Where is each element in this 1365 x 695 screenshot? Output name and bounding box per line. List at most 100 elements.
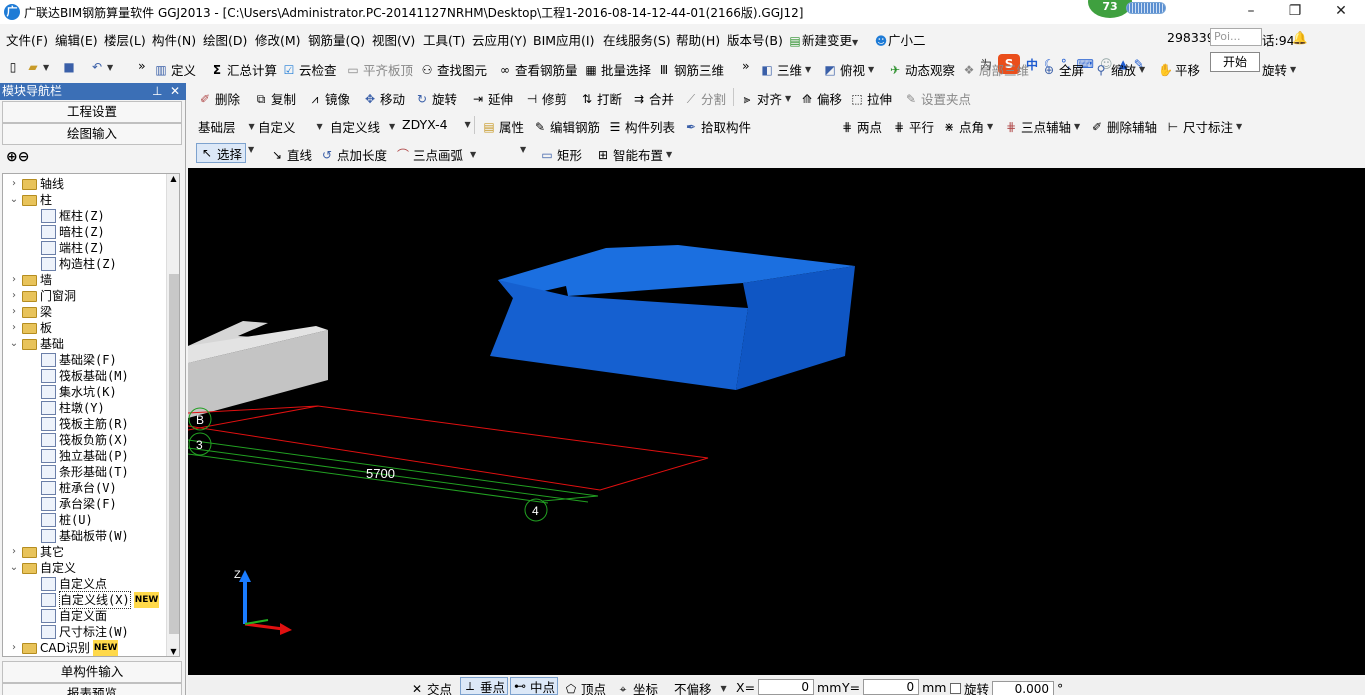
project-settings-button[interactable]: 工程设置: [2, 101, 182, 123]
menu-guangxiaoer[interactable]: ☻广小二: [874, 30, 926, 49]
tree-item[interactable]: 基础梁(F): [41, 352, 117, 368]
fullscreen-button[interactable]: ⊕ 全屏: [1042, 60, 1084, 79]
offset-button[interactable]: ⟰ 偏移: [800, 89, 842, 108]
scroll-thumb[interactable]: [169, 274, 179, 634]
snap-mid-button[interactable]: ⊷ 中点: [510, 677, 559, 695]
overflow-chevron-icon-2[interactable]: »: [742, 58, 750, 73]
tree-item[interactable]: 筏板基础(M): [41, 368, 129, 384]
edit-rebar-button[interactable]: ✎ 编辑钢筋: [533, 117, 600, 136]
properties-button[interactable]: ▤ 属性: [482, 117, 524, 136]
search-input[interactable]: Poi...: [1210, 28, 1262, 46]
menu-tools[interactable]: 工具(T): [423, 30, 465, 49]
undo-button[interactable]: ↶ ▼: [90, 60, 113, 74]
stretch-button[interactable]: ⬚ 拉伸: [850, 89, 892, 108]
select-tool-button[interactable]: ↖ 选择: [196, 143, 247, 163]
tree-item[interactable]: 柱墩(Y): [41, 400, 105, 416]
drawing-viewport[interactable]: B 3 4 5700 Z: [188, 168, 1365, 675]
menu-view[interactable]: 视图(V): [372, 30, 415, 49]
dimension-button[interactable]: ⊢ 尺寸标注 ▼: [1166, 117, 1242, 136]
menu-rebar-qty[interactable]: 钢筋量(Q): [308, 30, 365, 49]
layer-select[interactable]: 基础层 ▼: [198, 117, 255, 136]
type-select[interactable]: 自定义线 ▼: [330, 117, 395, 136]
open-file-button[interactable]: ▰ ▼: [26, 60, 49, 74]
menu-bim[interactable]: BIM应用(I): [533, 30, 595, 49]
tree-item[interactable]: › 轴线: [9, 176, 64, 192]
batch-select-button[interactable]: ▦ 批量选择: [584, 60, 651, 79]
close-button[interactable]: ✕: [1318, 0, 1364, 22]
tree-item[interactable]: 条形基础(T): [41, 464, 129, 480]
tree-item[interactable]: › 门窗洞: [9, 288, 76, 304]
single-component-button[interactable]: 单构件输入: [2, 661, 182, 683]
menu-file[interactable]: 文件(F): [6, 30, 48, 49]
smart-layout-button[interactable]: ⊞ 智能布置 ▼: [596, 145, 672, 164]
snap-vertex-button[interactable]: ⬠ 顶点: [564, 679, 606, 695]
snap-perp-button[interactable]: ⟂ 垂点: [460, 677, 509, 695]
category-select[interactable]: 自定义 ▼: [258, 117, 323, 136]
bell-icon[interactable]: 🔔: [1292, 30, 1308, 46]
copy-button[interactable]: ⧉ 复制: [254, 89, 296, 108]
arc-mode-dropdown[interactable]: ▼: [480, 145, 526, 154]
tree-item[interactable]: 基础板带(W): [41, 528, 129, 544]
tree-item[interactable]: 筏板负筋(X): [41, 432, 129, 448]
mirror-button[interactable]: ⩘ 镜像: [308, 89, 350, 108]
merge-button[interactable]: ⇉ 合并: [632, 89, 674, 108]
tree-item[interactable]: 框柱(Z): [41, 208, 105, 224]
new-file-button[interactable]: ▯: [6, 60, 20, 74]
align-button[interactable]: ⫸ 对齐 ▼: [740, 89, 792, 108]
close-panel-icon[interactable]: ✕: [170, 83, 180, 100]
extend-button[interactable]: ⇥ 延伸: [471, 89, 513, 108]
tree-scrollbar[interactable]: ▲ ▼: [166, 174, 179, 656]
tree-item[interactable]: 集水坑(K): [41, 384, 117, 400]
tree-item[interactable]: › 其它: [9, 544, 64, 560]
delete-button[interactable]: ✐ 删除: [198, 89, 240, 108]
tree-item[interactable]: 端柱(Z): [41, 240, 105, 256]
rotate-checkbox[interactable]: [950, 683, 961, 694]
dynamic-view-button[interactable]: ✈ 动态观察: [888, 60, 955, 79]
pan-button[interactable]: ✋ 平移: [1158, 60, 1200, 79]
tree-item[interactable]: 桩承台(V): [41, 480, 117, 496]
scroll-down-icon[interactable]: ▼: [167, 647, 179, 656]
tree-item[interactable]: ⌄ 基础: [9, 336, 64, 352]
menu-version[interactable]: 版本号(B): [727, 30, 783, 49]
menu-modify[interactable]: 修改(M): [255, 30, 301, 49]
tree-item[interactable]: › 墙: [9, 272, 52, 288]
level-top-button[interactable]: ▭ 平齐板顶: [346, 60, 413, 79]
overflow-chevron-icon[interactable]: »: [138, 58, 146, 73]
tree-item[interactable]: 筏板主筋(R): [41, 416, 129, 432]
report-preview-button[interactable]: 报表预览: [2, 683, 182, 695]
cloud-check-button[interactable]: ☑ 云检查: [282, 60, 337, 79]
menu-component[interactable]: 构件(N): [152, 30, 196, 49]
collapse-icon[interactable]: ⌄: [9, 560, 19, 576]
sum-calc-button[interactable]: Σ 汇总计算: [210, 60, 277, 79]
pick-component-button[interactable]: ✒ 拾取构件: [684, 117, 751, 136]
menu-new-change[interactable]: ▤新建变更▼: [788, 30, 858, 49]
rebar-3d-button[interactable]: Ⅲ 钢筋三维: [657, 60, 724, 79]
expand-icon[interactable]: ›: [9, 544, 19, 560]
expand-icon[interactable]: ›: [9, 288, 19, 304]
tree-item[interactable]: ⌄ 自定义: [9, 560, 76, 576]
pin-icon[interactable]: ⊥: [152, 83, 162, 100]
y-input[interactable]: 0: [863, 679, 920, 695]
tree-item[interactable]: 自定义线(X) NEW: [41, 591, 160, 609]
two-point-axis-button[interactable]: ⋕ 两点: [840, 117, 882, 136]
three-point-axis-button[interactable]: ⋕ 三点辅轴 ▼: [1004, 117, 1080, 136]
break-button[interactable]: ⇅ 打断: [580, 89, 622, 108]
move-button[interactable]: ✥ 移动: [363, 89, 405, 108]
component-list-button[interactable]: ☰ 构件列表: [608, 117, 675, 136]
point-length-button[interactable]: ↺ 点加长度: [320, 145, 387, 164]
expand-icon[interactable]: ›: [9, 320, 19, 336]
tree-item[interactable]: 承台梁(F): [41, 496, 117, 512]
tree-item[interactable]: › 梁: [9, 304, 52, 320]
tree-item[interactable]: 尺寸标注(W): [41, 624, 129, 640]
tree-item[interactable]: 暗柱(Z): [41, 224, 105, 240]
find-element-button[interactable]: ⚇ 查找图元: [420, 60, 487, 79]
tree-item[interactable]: › CAD识别 NEW: [9, 640, 119, 656]
menu-edit[interactable]: 编辑(E): [55, 30, 98, 49]
top-view-button[interactable]: ◩ 俯视 ▼: [823, 60, 874, 79]
menu-draw[interactable]: 绘图(D): [203, 30, 247, 49]
collapse-icon[interactable]: ⌄: [9, 192, 19, 208]
rotate-button[interactable]: ↻ 旋转: [415, 89, 457, 108]
tree-item[interactable]: ⌄ 柱: [9, 192, 52, 208]
tree-item[interactable]: 桩(U): [41, 512, 93, 528]
tree-item[interactable]: 自定义面: [41, 608, 107, 624]
